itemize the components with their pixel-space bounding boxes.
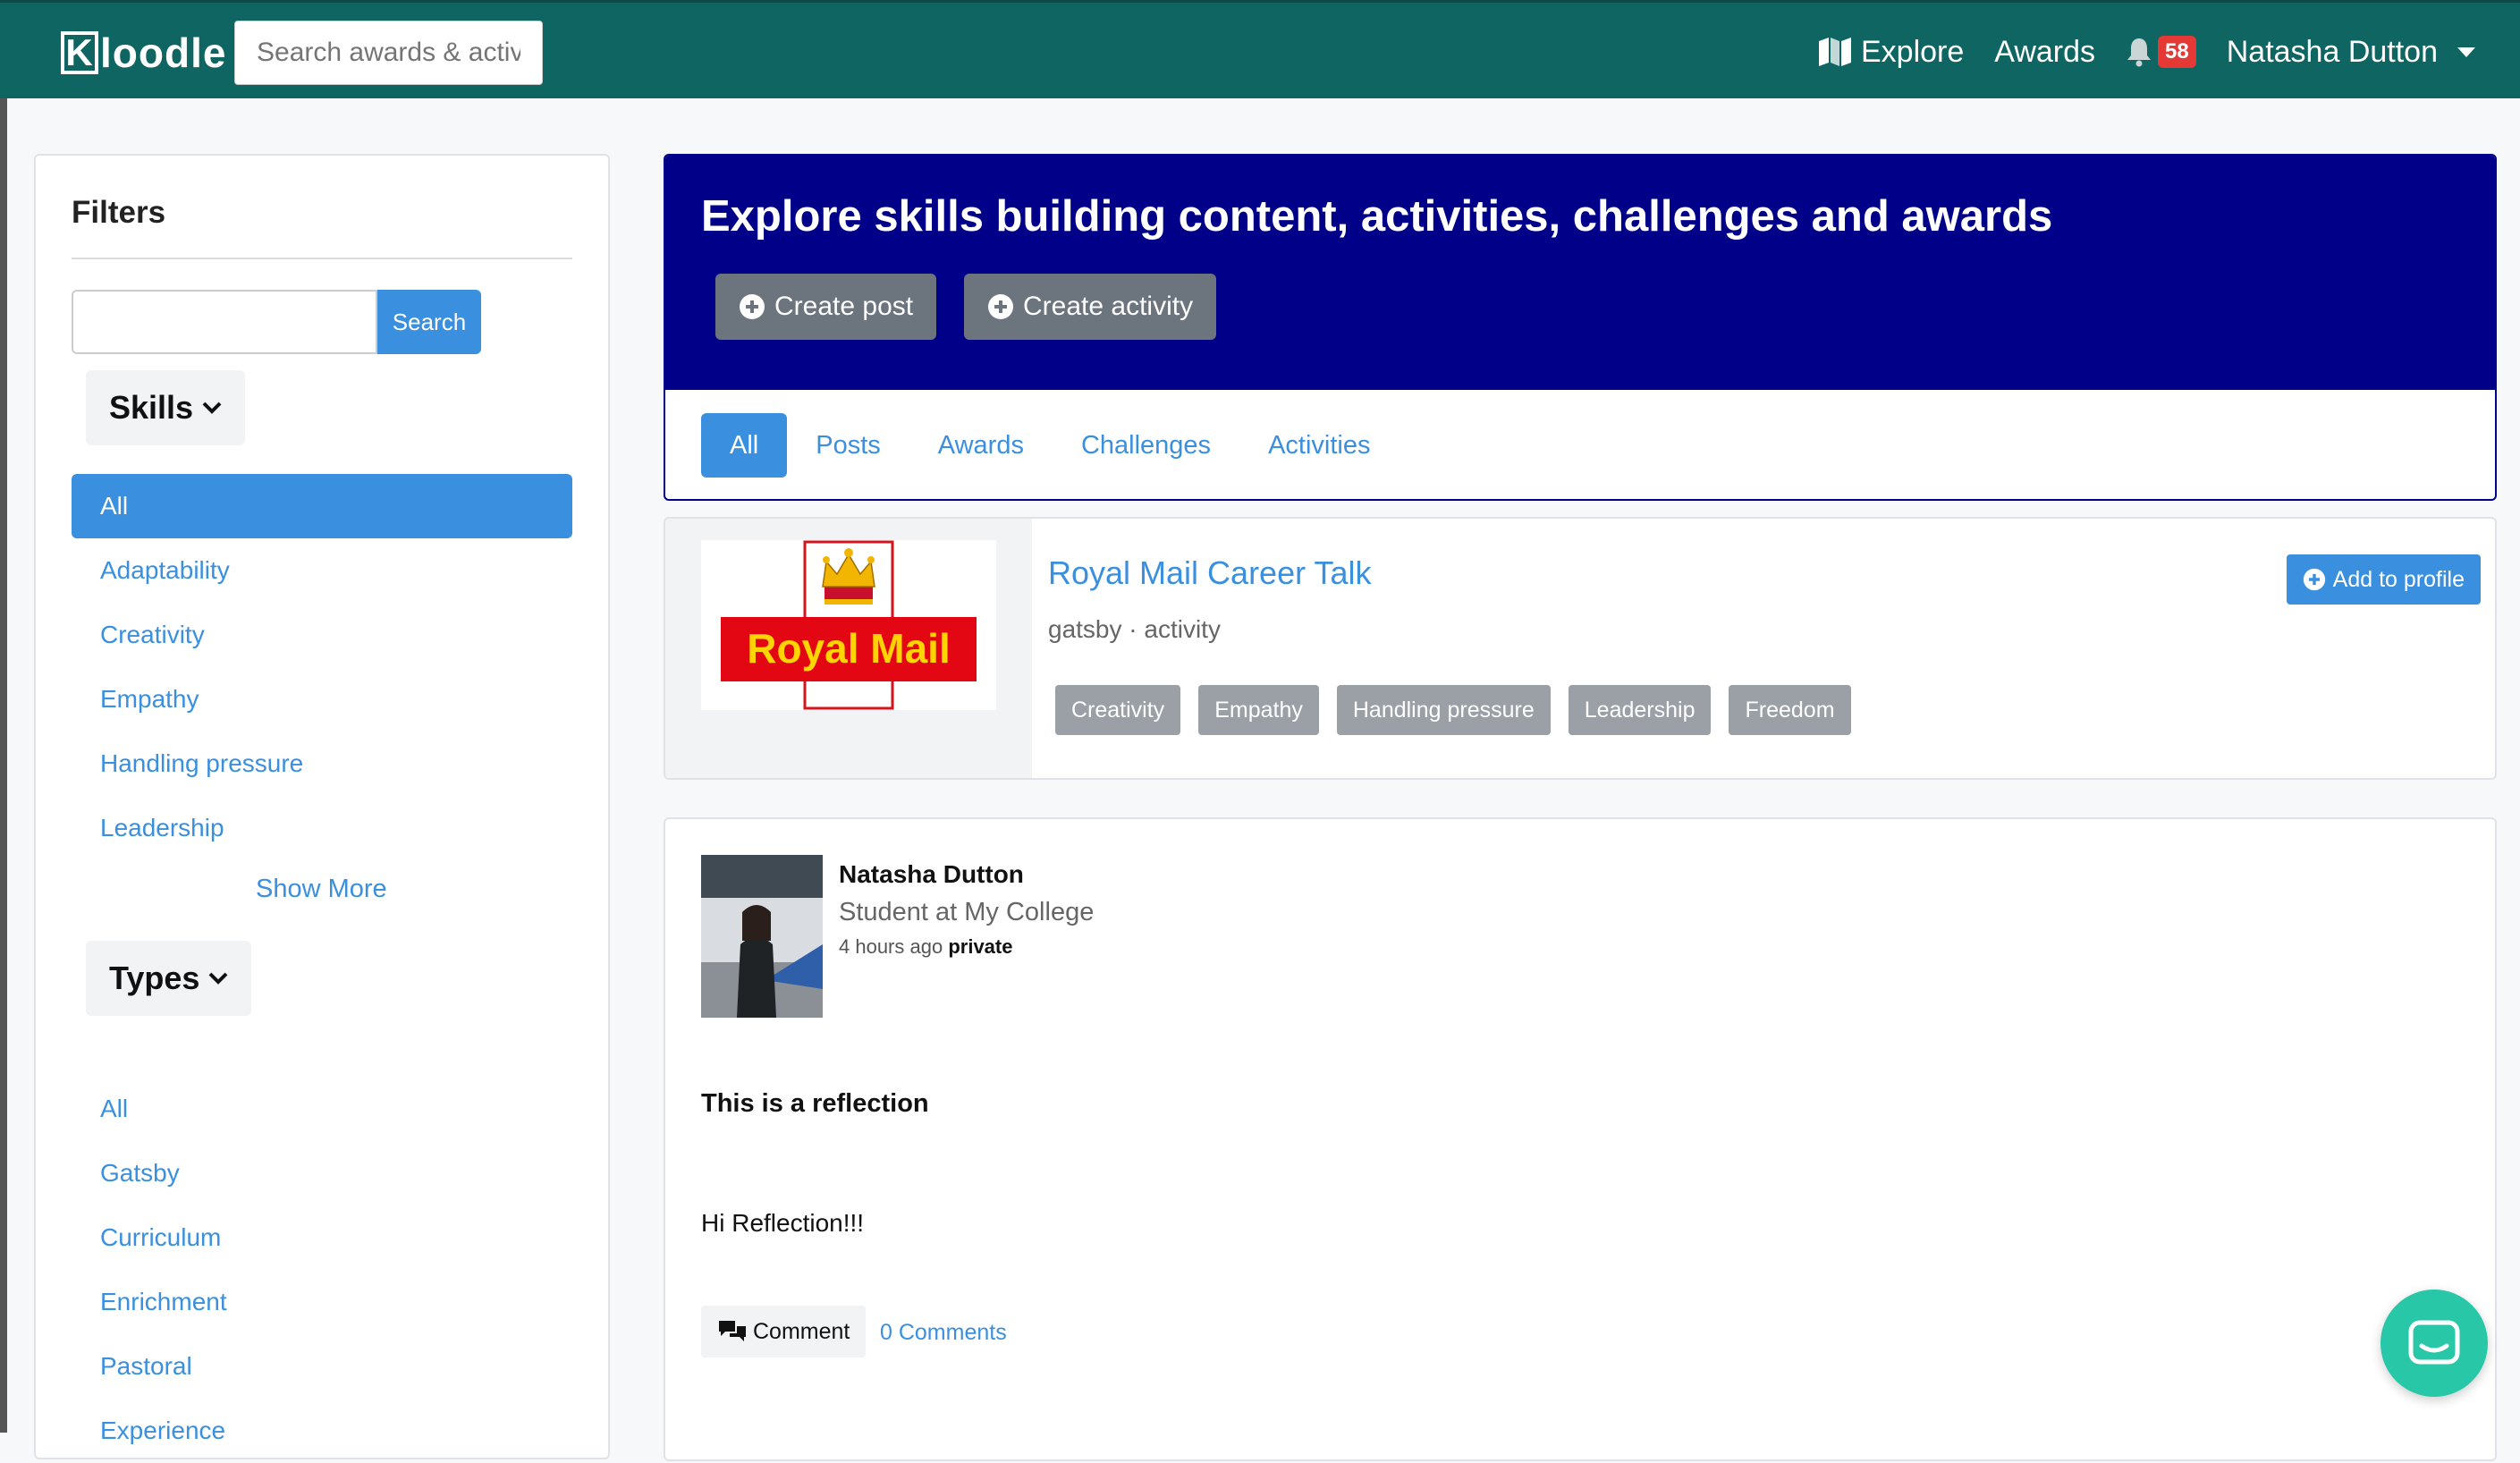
post-visibility: private [948, 935, 1013, 958]
skill-item-empathy[interactable]: Empathy [72, 667, 572, 732]
explore-hero: Explore skills building content, activit… [664, 154, 2497, 501]
type-item-all[interactable]: All [72, 1077, 572, 1141]
chevron-down-icon [202, 402, 222, 414]
royal-mail-logo-graphic: Royal Mail [721, 540, 977, 710]
skills-dropdown-label: Skills [109, 389, 194, 426]
plus-circle-icon [2303, 568, 2325, 591]
content-tabs: All Posts Awards Challenges Activities [701, 413, 1399, 478]
type-item-curriculum[interactable]: Curriculum [72, 1205, 572, 1270]
activity-image-panel: Royal Mail [665, 519, 1032, 778]
tab-challenges[interactable]: Challenges [1053, 413, 1239, 478]
author-avatar[interactable] [701, 855, 823, 1018]
tab-activities[interactable]: Activities [1239, 413, 1399, 478]
create-post-label: Create post [774, 292, 914, 321]
post-time: 4 hours ago [839, 935, 943, 958]
nav-explore-label: Explore [1860, 34, 1965, 69]
post-card: Natasha Dutton Student at My College 4 h… [664, 817, 2497, 1461]
hero-title: Explore skills building content, activit… [701, 192, 2053, 241]
show-more-link[interactable]: Show More [256, 875, 387, 904]
filter-search-input[interactable] [72, 290, 377, 354]
chat-launcher-button[interactable] [2380, 1290, 2488, 1397]
type-item-gatsby[interactable]: Gatsby [72, 1141, 572, 1205]
post-body: Hi Reflection!!! [701, 1209, 865, 1237]
skill-tag: Freedom [1729, 685, 1851, 735]
plus-circle-icon [740, 294, 765, 319]
author-name[interactable]: Natasha Dutton [839, 860, 1024, 889]
plus-circle-icon [988, 294, 1013, 319]
types-dropdown[interactable]: Types [86, 941, 252, 1016]
filters-divider [72, 258, 572, 259]
logo-k-box: K [61, 31, 98, 74]
nav-awards-label: Awards [1994, 34, 2096, 69]
royal-mail-logo-text: Royal Mail [747, 625, 951, 672]
post-title: This is a reflection [701, 1089, 929, 1118]
activity-subtitle: gatsby · activity [1048, 615, 1221, 643]
add-to-profile-button[interactable]: Add to profile [2286, 554, 2481, 605]
tab-awards[interactable]: Awards [909, 413, 1053, 478]
chat-icon [2408, 1320, 2460, 1365]
filters-title: Filters [72, 195, 166, 230]
caret-down-icon [2457, 47, 2475, 57]
nav-right: Explore Awards 58 Natasha Dutton [1788, 3, 2475, 101]
skill-item-handling-pressure[interactable]: Handling pressure [72, 732, 572, 796]
nav-explore-link[interactable]: Explore [1818, 35, 1964, 70]
notification-badge: 58 [2158, 36, 2196, 68]
nav-search-input[interactable] [234, 21, 543, 85]
filters-panel: Filters Search Skills All Adaptability C… [34, 154, 610, 1459]
filter-search-button[interactable]: Search [377, 290, 481, 354]
comment-button[interactable]: Comment [701, 1306, 867, 1357]
hero-banner: Explore skills building content, activit… [665, 156, 2495, 390]
skill-item-leadership[interactable]: Leadership [72, 796, 572, 860]
author-role: Student at My College [839, 898, 1095, 926]
user-name: Natasha Dutton [2226, 34, 2438, 69]
skill-item-adaptability[interactable]: Adaptability [72, 538, 572, 603]
skill-item-creativity[interactable]: Creativity [72, 603, 572, 667]
skill-tag: Empathy [1198, 685, 1319, 735]
nav-awards-link[interactable]: Awards [1994, 35, 2095, 70]
type-item-experience[interactable]: Experience [72, 1399, 572, 1463]
skill-tag: Leadership [1568, 685, 1712, 735]
types-dropdown-label: Types [109, 960, 200, 996]
comments-icon [719, 1321, 746, 1341]
tab-posts[interactable]: Posts [787, 413, 909, 478]
user-menu[interactable]: Natasha Dutton [2227, 35, 2475, 70]
top-navbar: Kloodle Explore Awards 58 Natasha Dutton [0, 0, 2520, 98]
create-activity-label: Create activity [1023, 292, 1194, 321]
royal-mail-logo[interactable]: Royal Mail [701, 540, 996, 710]
comment-count-link[interactable]: 0 Comments [880, 1320, 1007, 1346]
chevron-down-icon [208, 972, 228, 985]
activity-title[interactable]: Royal Mail Career Talk [1048, 554, 1371, 592]
tab-all[interactable]: All [701, 413, 788, 478]
kloodle-logo[interactable]: Kloodle [61, 28, 226, 78]
skill-tags: Creativity Empathy Handling pressure Lea… [1055, 685, 1869, 735]
add-to-profile-label: Add to profile [2332, 566, 2465, 592]
skill-tag: Creativity [1055, 685, 1181, 735]
logo-text: loodle [100, 30, 227, 76]
avatar-photo [701, 855, 823, 1018]
create-activity-button[interactable]: Create activity [964, 274, 1217, 340]
create-post-button[interactable]: Create post [715, 274, 937, 340]
activity-card: Royal Mail Royal Mail Career Talk gatsby… [664, 517, 2497, 780]
comment-button-label: Comment [753, 1318, 850, 1344]
post-meta: 4 hours ago private [839, 935, 1012, 959]
type-item-pastoral[interactable]: Pastoral [72, 1334, 572, 1399]
map-icon [1818, 38, 1851, 66]
skills-dropdown[interactable]: Skills [86, 370, 246, 445]
skill-item-all[interactable]: All [72, 474, 572, 538]
bell-icon [2127, 38, 2152, 67]
window-edge [0, 98, 7, 1433]
notifications-button[interactable]: 58 [2126, 36, 2196, 68]
type-item-enrichment[interactable]: Enrichment [72, 1270, 572, 1334]
skill-tag: Handling pressure [1336, 685, 1551, 735]
